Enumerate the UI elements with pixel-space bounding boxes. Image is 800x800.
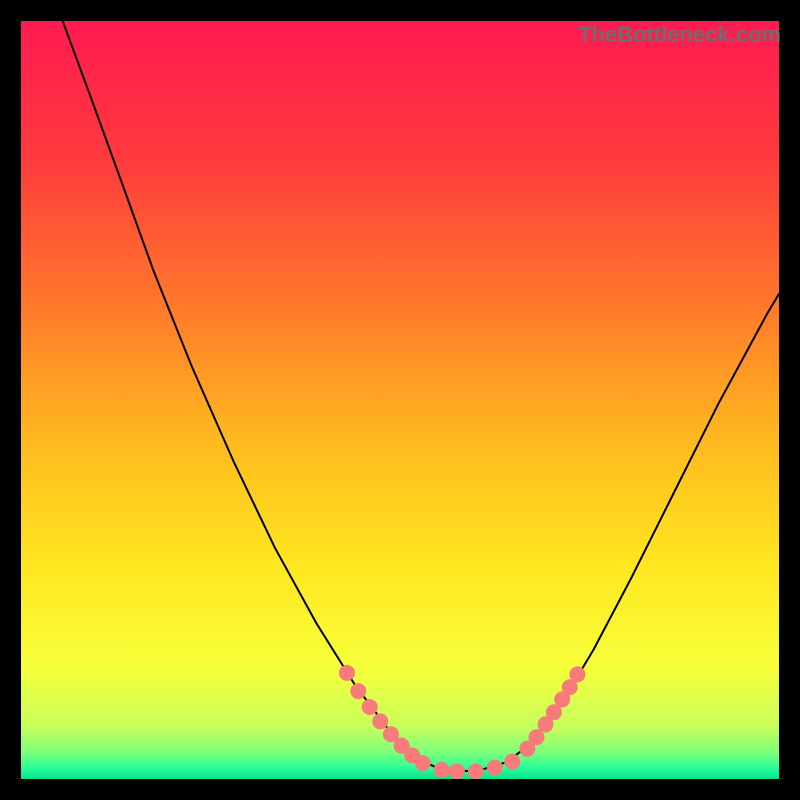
marker-dot — [339, 665, 355, 681]
marker-dot — [415, 755, 431, 771]
marker-dot — [434, 762, 450, 778]
gradient-background — [21, 21, 779, 779]
marker-dot — [449, 763, 465, 779]
chart-svg — [21, 21, 779, 779]
marker-dot — [528, 729, 544, 745]
marker-dot — [569, 666, 585, 682]
marker-dot — [504, 754, 520, 770]
marker-dot — [350, 683, 366, 699]
watermark-text: TheBottleneck.com — [578, 22, 781, 48]
marker-dot — [468, 763, 484, 779]
marker-dot — [362, 699, 378, 715]
plot-area — [21, 21, 779, 779]
marker-dot — [372, 713, 388, 729]
marker-dot — [487, 760, 503, 776]
